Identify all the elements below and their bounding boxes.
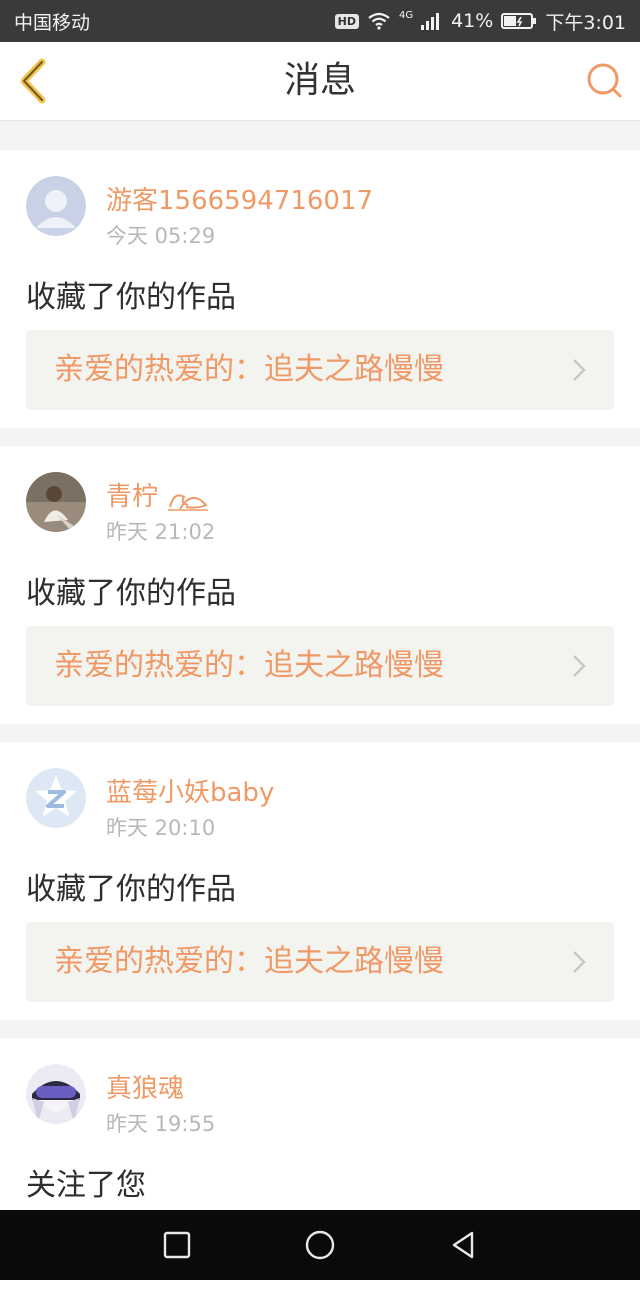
avatar[interactable] xyxy=(26,768,86,828)
user-name[interactable]: 游客1566594716017 xyxy=(106,180,373,217)
message-time: 昨天 21:02 xyxy=(106,520,216,544)
wifi-icon xyxy=(368,12,390,30)
chevron-right-icon xyxy=(573,951,586,973)
network-type: 4G xyxy=(398,9,414,21)
message-card: 游客1566594716017 今天 05:29 收藏了你的作品 亲爱的热爱的：… xyxy=(0,150,640,428)
message-action: 收藏了你的作品 xyxy=(26,280,236,315)
chevron-right-icon xyxy=(573,655,586,677)
battery-icon xyxy=(501,13,537,29)
message-card: 蓝莓小妖baby 昨天 20:10 收藏了你的作品 亲爱的热爱的：追夫之路慢慢 xyxy=(0,742,640,1020)
work-title: 亲爱的热爱的：追夫之路慢慢 xyxy=(54,648,444,683)
hd-badge: HD xyxy=(334,13,359,29)
user-name[interactable]: 蓝莓小妖baby xyxy=(106,772,274,809)
message-card: 青柠 昨天 21:02 收藏了你的作品 亲爱的热爱的：追夫之路慢慢 xyxy=(0,446,640,724)
message-action: 收藏了你的作品 xyxy=(26,872,236,907)
user-name[interactable]: 真狼魂 xyxy=(106,1068,184,1105)
back-icon[interactable] xyxy=(448,1230,478,1260)
signal-icon xyxy=(421,13,440,30)
search-icon[interactable] xyxy=(586,62,624,100)
anime-avatar-icon xyxy=(26,1064,86,1124)
message-time: 昨天 20:10 xyxy=(106,816,216,840)
work-title: 亲爱的热爱的：追夫之路慢慢 xyxy=(54,352,444,387)
work-link[interactable]: 亲爱的热爱的：追夫之路慢慢 xyxy=(26,626,614,706)
system-nav-bar xyxy=(0,1210,640,1280)
avatar[interactable] xyxy=(26,176,86,236)
message-time: 今天 05:29 xyxy=(106,224,216,248)
message-action: 关注了您 xyxy=(26,1168,146,1203)
recent-apps-icon[interactable] xyxy=(162,1230,192,1260)
status-bar: 中国移动 HD 4G 41% 下午3:01 xyxy=(0,0,640,42)
avatar[interactable] xyxy=(26,1064,86,1124)
page-title: 消息 xyxy=(283,60,356,101)
message-time: 昨天 19:55 xyxy=(106,1112,216,1136)
default-avatar-icon xyxy=(26,176,86,236)
work-link[interactable]: 亲爱的热爱的：追夫之路慢慢 xyxy=(26,330,614,410)
decoration-icon xyxy=(168,493,209,511)
work-title: 亲爱的热爱的：追夫之路慢慢 xyxy=(54,944,444,979)
chevron-right-icon xyxy=(573,359,586,381)
avatar[interactable] xyxy=(26,472,86,532)
carrier-label: 中国移动 xyxy=(14,11,91,34)
nav-bar: 消息 xyxy=(0,42,640,121)
photo-avatar-icon xyxy=(26,472,86,532)
clock: 下午3:01 xyxy=(545,11,626,34)
user-name[interactable]: 青柠 xyxy=(106,476,210,513)
home-icon[interactable] xyxy=(305,1230,335,1260)
message-action: 收藏了你的作品 xyxy=(26,576,236,611)
z-logo-avatar-icon xyxy=(26,768,86,828)
work-link[interactable]: 亲爱的热爱的：追夫之路慢慢 xyxy=(26,922,614,1002)
user-name-text: 青柠 xyxy=(106,482,159,512)
battery-percent: 41% xyxy=(451,10,494,32)
